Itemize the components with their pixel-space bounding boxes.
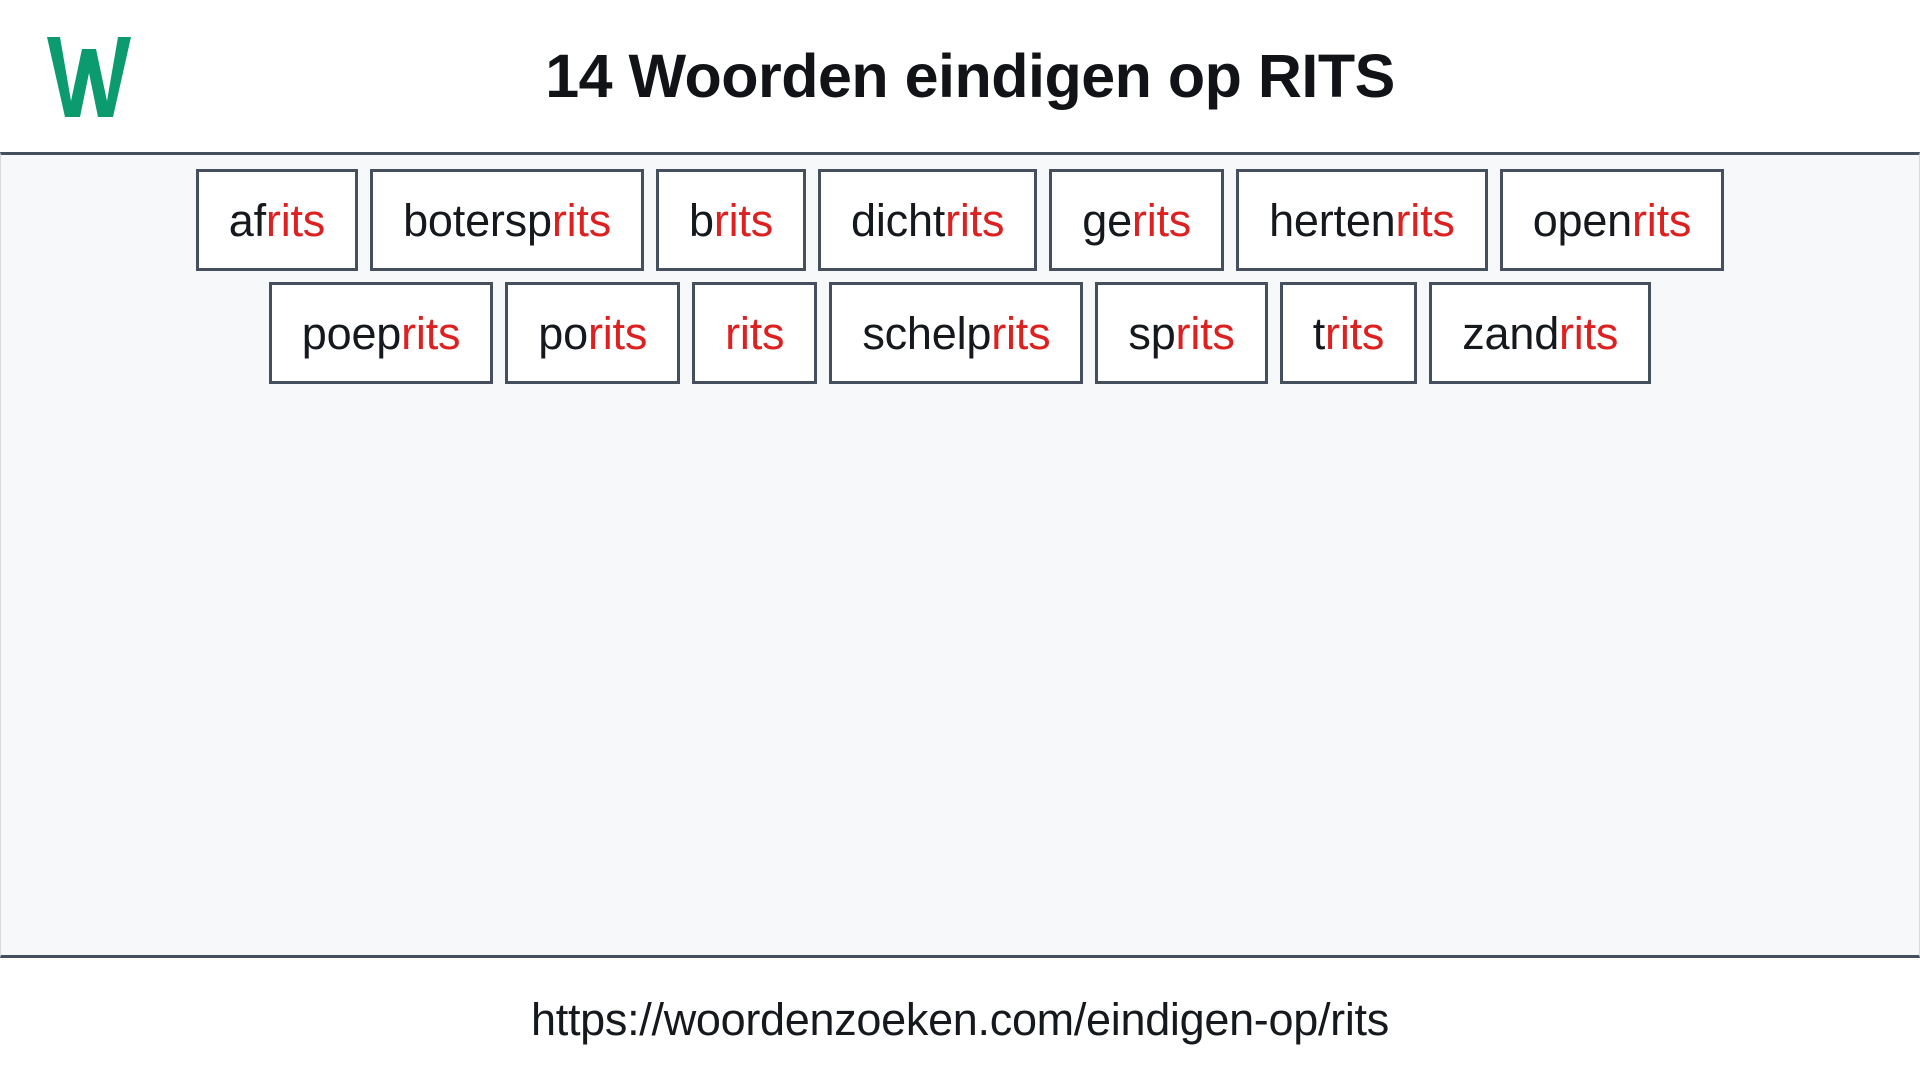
word-prefix: herten <box>1269 194 1396 246</box>
word-box[interactable]: hertenrits <box>1236 169 1488 271</box>
word-text: porits <box>538 311 647 356</box>
word-box[interactable]: botersprits <box>370 169 644 271</box>
word-box[interactable]: porits <box>505 282 681 384</box>
word-rows: afrits botersprits brits dichtrits gerits her… <box>29 169 1891 384</box>
word-box[interactable]: schelprits <box>829 282 1084 384</box>
word-text: zandrits <box>1462 311 1618 356</box>
word-text: schelprits <box>862 311 1050 356</box>
word-suffix-highlight: rits <box>1131 194 1192 246</box>
word-text: afrits <box>228 194 326 246</box>
page-title: 14 Woorden eindigen op RITS <box>545 41 1395 110</box>
word-suffix-highlight: rits <box>1559 307 1619 359</box>
word-prefix: sp <box>1128 307 1176 359</box>
word-box[interactable]: trits <box>1279 282 1418 384</box>
word-suffix-highlight: rits <box>587 307 648 359</box>
word-box[interactable]: rits <box>692 282 818 384</box>
word-suffix-highlight: rits <box>551 194 611 246</box>
word-prefix: dicht <box>851 194 946 246</box>
source-url[interactable]: https://woordenzoeken.com/eindigen-op/ri… <box>531 997 1389 1042</box>
word-prefix: ge <box>1082 194 1132 246</box>
word-suffix-highlight: rits <box>945 194 1005 246</box>
page-header: 14 Woorden eindigen op RITS <box>0 0 1920 152</box>
word-text: dichtrits <box>851 198 1004 243</box>
word-row: afrits botersprits brits dichtrits gerits her… <box>29 169 1891 271</box>
word-suffix-highlight: rits <box>265 194 326 246</box>
word-text: openrits <box>1533 198 1692 243</box>
word-text: poeprits <box>302 311 461 356</box>
word-text: botersprits <box>403 198 611 243</box>
word-prefix: t <box>1312 307 1326 359</box>
word-prefix: poep <box>301 307 402 359</box>
word-prefix: af <box>228 194 266 246</box>
word-suffix-highlight: rits <box>991 307 1051 359</box>
word-suffix-highlight: rits <box>1175 307 1235 359</box>
word-box[interactable]: zandrits <box>1429 282 1652 384</box>
word-suffix-highlight: rits <box>713 194 774 246</box>
word-box[interactable]: poeprits <box>268 282 494 384</box>
word-text: gerits <box>1082 198 1191 243</box>
word-row: poeprits porits rits schelprits sprits trits z… <box>29 282 1891 384</box>
word-list-panel: afrits botersprits brits dichtrits gerits her… <box>0 152 1920 958</box>
word-prefix: po <box>538 307 588 359</box>
word-suffix-highlight: rits <box>1325 307 1385 359</box>
word-suffix-highlight: rits <box>401 307 461 359</box>
word-text: rits <box>725 311 784 356</box>
word-box[interactable]: afrits <box>195 169 359 271</box>
word-box[interactable]: sprits <box>1095 282 1268 384</box>
word-suffix-highlight: rits <box>1632 194 1692 246</box>
word-prefix: open <box>1532 194 1633 246</box>
word-suffix-highlight: rits <box>1395 194 1455 246</box>
word-box[interactable]: brits <box>656 169 807 271</box>
word-box[interactable]: gerits <box>1049 169 1225 271</box>
word-text: trits <box>1313 311 1385 356</box>
letter-w-logo-icon[interactable] <box>34 22 144 128</box>
page-footer: https://woordenzoeken.com/eindigen-op/ri… <box>0 958 1920 1080</box>
word-text: sprits <box>1128 307 1235 359</box>
word-prefix: b <box>689 194 714 246</box>
word-text: brits <box>689 198 773 243</box>
word-text: hertenrits <box>1269 198 1455 243</box>
word-suffix-highlight: rits <box>725 307 785 359</box>
word-box[interactable]: dichtrits <box>818 169 1038 271</box>
word-prefix: zand <box>1462 307 1560 359</box>
word-prefix: botersp <box>403 194 552 246</box>
word-box[interactable]: openrits <box>1499 169 1725 271</box>
word-prefix: schelp <box>862 307 992 359</box>
page-root: 14 Woorden eindigen op RITS afrits boters… <box>0 0 1920 1080</box>
